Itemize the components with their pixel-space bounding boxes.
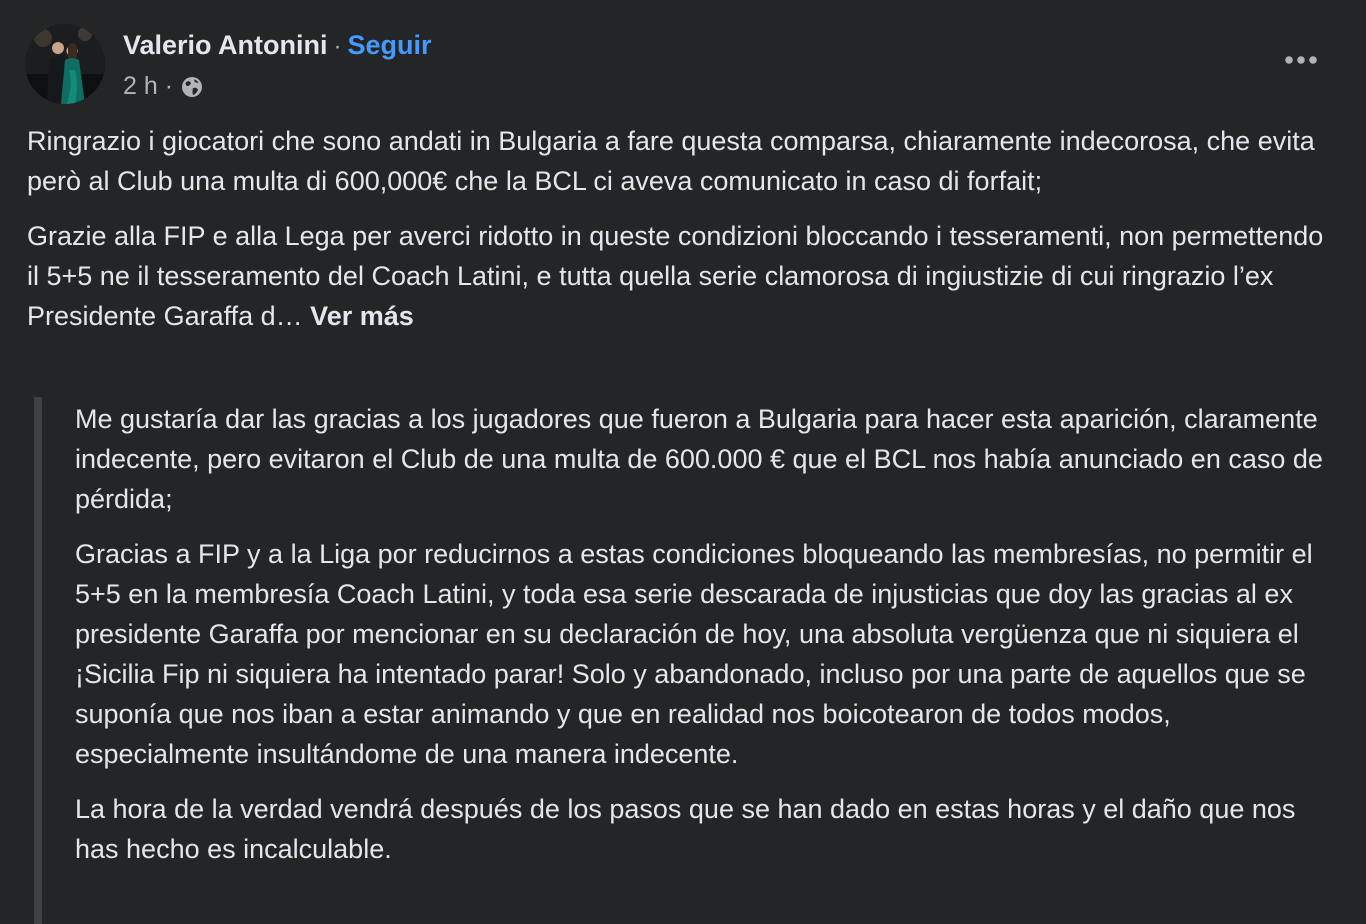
post-paragraph-2-text: Grazie alla FIP e alla Lega per averci r… bbox=[27, 221, 1324, 331]
translation-block: Me gustaría dar las gracias a los jugado… bbox=[34, 397, 1344, 924]
translation-paragraph-2: Gracias a FIP y a la Liga por reducirnos… bbox=[75, 539, 1313, 769]
translation-text: Me gustaría dar las gracias a los jugado… bbox=[75, 397, 1344, 869]
post-paragraph-2: Grazie alla FIP e alla Lega per averci r… bbox=[27, 216, 1337, 336]
see-more-link[interactable]: Ver más bbox=[310, 301, 414, 331]
more-options-icon bbox=[1285, 56, 1317, 64]
follow-button[interactable]: Seguir bbox=[348, 30, 432, 60]
profile-photo-icon bbox=[25, 24, 105, 104]
post-timestamp[interactable]: 2 h bbox=[123, 69, 158, 103]
author-name-link[interactable]: Valerio Antonini bbox=[123, 30, 328, 60]
globe-icon[interactable] bbox=[180, 74, 204, 98]
translation-paragraph-1: Me gustaría dar las gracias a los jugado… bbox=[75, 404, 1323, 514]
translation-paragraph-3: La hora de la verdad vendrá después de l… bbox=[75, 794, 1296, 864]
post-meta: 2 h · bbox=[123, 68, 204, 104]
post-header: Valerio Antonini · Seguir bbox=[123, 26, 432, 66]
more-options-button[interactable] bbox=[1270, 38, 1332, 82]
post-paragraph-1: Ringrazio i giocatori che sono andati in… bbox=[27, 126, 1315, 196]
meta-separator: · bbox=[164, 72, 174, 100]
post-body: Ringrazio i giocatori che sono andati in… bbox=[27, 121, 1337, 351]
post-card: Valerio Antonini · Seguir 2 h · Ringrazio … bbox=[0, 0, 1366, 924]
header-separator: · bbox=[333, 33, 342, 60]
author-avatar[interactable] bbox=[25, 24, 105, 104]
